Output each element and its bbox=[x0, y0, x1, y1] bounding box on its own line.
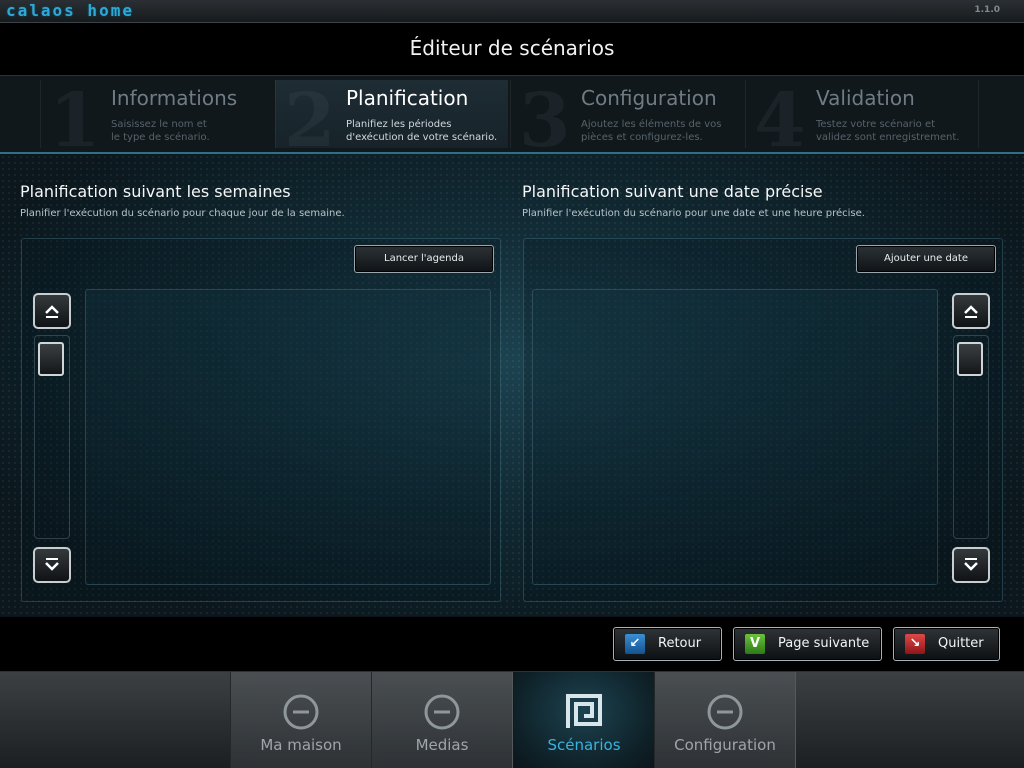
step-title: Configuration bbox=[581, 86, 717, 110]
step-desc-line: d'exécution de votre scénario. bbox=[346, 132, 498, 143]
version-label: 1.1.0 bbox=[974, 5, 1000, 15]
back-label: Retour bbox=[658, 636, 702, 651]
step-title: Validation bbox=[816, 86, 915, 110]
weekly-panel: Lancer l'agenda bbox=[21, 238, 501, 602]
step-description: Testez votre scénario et validez sont en… bbox=[816, 118, 986, 144]
weekly-schedule-list[interactable] bbox=[85, 289, 491, 585]
action-bar: ↙ Retour V Page suivante ↘ Quitter bbox=[0, 617, 1024, 672]
step-number: 4 bbox=[754, 78, 806, 164]
app-logo: calaos home bbox=[6, 1, 134, 20]
nav-label: Ma maison bbox=[260, 736, 342, 754]
nav-scenarios[interactable]: Scénarios bbox=[513, 672, 655, 768]
nav-ma-maison[interactable]: Ma maison bbox=[230, 672, 372, 768]
scroll-track[interactable] bbox=[34, 335, 70, 539]
date-panel: Ajouter une date bbox=[523, 238, 1003, 602]
step-planification[interactable]: 2 Planification Planifiez les périodes d… bbox=[275, 78, 508, 164]
minus-circle-icon bbox=[283, 694, 319, 730]
step-description: Saisissez le nom et le type de scénario. bbox=[111, 118, 281, 144]
step-desc-line: le type de scénario. bbox=[111, 132, 210, 143]
page-title: Éditeur de scénarios bbox=[409, 36, 615, 60]
step-desc-line: Planifiez les périodes bbox=[346, 119, 452, 130]
minus-circle-icon bbox=[707, 694, 743, 730]
quit-button[interactable]: ↘ Quitter bbox=[893, 627, 1000, 661]
step-desc-line: Saisissez le nom et bbox=[111, 119, 207, 130]
check-icon: V bbox=[745, 634, 765, 654]
step-number: 3 bbox=[519, 78, 571, 164]
wizard-steps: 1 Informations Saisissez le nom et le ty… bbox=[0, 76, 1024, 164]
step-informations[interactable]: 1 Informations Saisissez le nom et le ty… bbox=[40, 78, 273, 164]
scenario-spiral-icon bbox=[566, 694, 602, 728]
nav-label: Medias bbox=[415, 736, 469, 754]
main-content: Planification suivant les semaines Plani… bbox=[0, 154, 1024, 616]
date-title: Planification suivant une date précise bbox=[522, 182, 823, 201]
scroll-track[interactable] bbox=[953, 335, 989, 539]
scroll-up-button[interactable] bbox=[952, 293, 990, 329]
step-number: 2 bbox=[284, 78, 336, 164]
step-title: Planification bbox=[346, 86, 469, 110]
step-desc-line: Testez votre scénario et bbox=[816, 119, 936, 130]
step-description: Ajoutez les éléments de vos pièces et co… bbox=[581, 118, 751, 144]
date-schedule-list[interactable] bbox=[532, 289, 938, 585]
bottom-navigation: Ma maison Medias Scénarios Configuration bbox=[0, 672, 1024, 768]
nav-label: Configuration bbox=[674, 736, 776, 754]
scroll-thumb[interactable] bbox=[38, 342, 64, 376]
step-desc-line: validez sont enregistrement. bbox=[816, 132, 960, 143]
scroll-down-button[interactable] bbox=[33, 547, 71, 583]
step-validation[interactable]: 4 Validation Testez votre scénario et va… bbox=[745, 78, 979, 164]
launch-agenda-button[interactable]: Lancer l'agenda bbox=[354, 245, 494, 273]
next-page-button[interactable]: V Page suivante bbox=[733, 627, 882, 661]
date-subtitle: Planifier l'exécution du scénario pour u… bbox=[522, 208, 865, 219]
nav-label: Scénarios bbox=[547, 736, 621, 754]
step-configuration[interactable]: 3 Configuration Ajoutez les éléments de … bbox=[510, 78, 743, 164]
weekly-subtitle: Planifier l'exécution du scénario pour c… bbox=[20, 208, 345, 219]
title-bar: Éditeur de scénarios bbox=[0, 23, 1024, 76]
scroll-down-button[interactable] bbox=[952, 547, 990, 583]
weekly-title: Planification suivant les semaines bbox=[20, 182, 291, 201]
back-button[interactable]: ↙ Retour bbox=[613, 627, 722, 661]
scroll-thumb[interactable] bbox=[957, 342, 983, 376]
add-date-button[interactable]: Ajouter une date bbox=[856, 245, 996, 273]
step-desc-line: pièces et configurez-les. bbox=[581, 132, 703, 143]
chevron-down-icon bbox=[45, 558, 59, 571]
nav-medias[interactable]: Medias bbox=[371, 672, 513, 768]
quit-arrow-icon: ↘ bbox=[905, 634, 925, 654]
step-description: Planifiez les périodes d'exécution de vo… bbox=[346, 118, 516, 144]
step-desc-line: Ajoutez les éléments de vos bbox=[581, 119, 722, 130]
top-bar: calaos home 1.1.0 bbox=[0, 0, 1024, 23]
back-arrow-icon: ↙ bbox=[625, 634, 645, 654]
chevron-down-icon bbox=[964, 558, 978, 571]
quit-label: Quitter bbox=[938, 636, 984, 651]
minus-circle-icon bbox=[424, 694, 460, 730]
nav-configuration[interactable]: Configuration bbox=[654, 672, 796, 768]
step-number: 1 bbox=[49, 78, 101, 164]
scroll-up-button[interactable] bbox=[33, 293, 71, 329]
step-title: Informations bbox=[111, 86, 238, 110]
next-page-label: Page suivante bbox=[778, 636, 870, 651]
chevron-up-icon bbox=[45, 305, 59, 318]
chevron-up-icon bbox=[964, 305, 978, 318]
